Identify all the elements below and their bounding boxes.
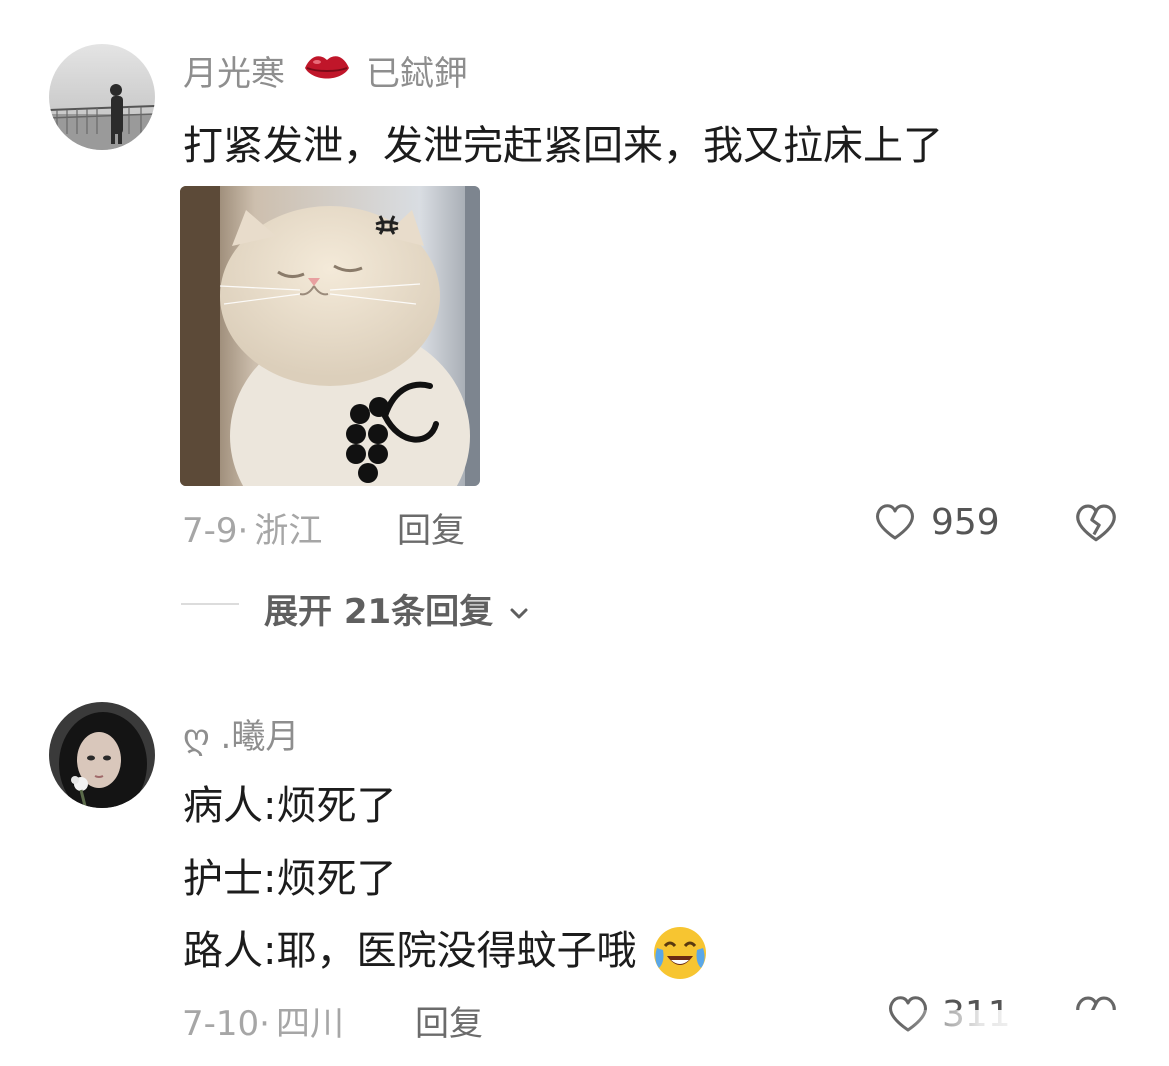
cat-sticker-image bbox=[180, 186, 480, 486]
avatar[interactable] bbox=[49, 702, 155, 808]
avatar-image bbox=[49, 44, 155, 150]
lips-icon bbox=[301, 48, 353, 88]
username-text: .曦月 bbox=[220, 717, 300, 757]
expand-replies-button[interactable]: 展开 21条回复 bbox=[264, 584, 531, 633]
badge-text: 已鋱鉀 bbox=[366, 54, 468, 94]
reply-button[interactable]: 回复 bbox=[415, 996, 483, 1045]
crying-laughing-emoji-icon bbox=[654, 927, 707, 979]
comment-text: 打紧发泄，发泄完赶紧回来，我又拉床上了 bbox=[183, 123, 943, 169]
comment-text-span: 路人:耶，医院没得蚊子哦 bbox=[183, 928, 637, 974]
avatar-image bbox=[49, 702, 155, 808]
heart-icon bbox=[876, 504, 914, 540]
location-text: 浙江 bbox=[254, 511, 323, 551]
bottom-fade-overlay bbox=[900, 1010, 1169, 1066]
chevron-down-icon bbox=[510, 608, 528, 618]
separator-dot: · bbox=[259, 1004, 270, 1044]
comment-text: 病人:烦死了 bbox=[183, 783, 397, 829]
location-text: 四川 bbox=[275, 1004, 344, 1044]
expand-label: 展开 21条回复 bbox=[264, 592, 494, 632]
date-text: 7-9 bbox=[182, 511, 238, 551]
comment-date: 7-10· 四川 bbox=[182, 996, 344, 1045]
comment-image[interactable] bbox=[180, 186, 480, 486]
like-button[interactable]: 959 bbox=[873, 500, 1007, 546]
like-count: 959 bbox=[931, 502, 1000, 543]
username-prefix: ღ bbox=[183, 717, 210, 757]
avatar[interactable] bbox=[49, 44, 155, 150]
comment-date: 7-9· 浙江 bbox=[182, 503, 322, 552]
expand-divider bbox=[181, 603, 239, 605]
comment-text: 护士:烦死了 bbox=[183, 856, 397, 902]
broken-heart-icon bbox=[1076, 504, 1116, 542]
separator-dot: · bbox=[237, 511, 249, 551]
username[interactable]: 月光寒 bbox=[183, 46, 285, 95]
comment-text: 路人:耶，医院没得蚊子哦 bbox=[183, 918, 709, 982]
dislike-button[interactable] bbox=[1073, 500, 1119, 546]
reply-button[interactable]: 回复 bbox=[397, 503, 465, 552]
date-text: 7-10 bbox=[182, 1004, 260, 1044]
username[interactable]: ღ .曦月 bbox=[183, 709, 299, 758]
